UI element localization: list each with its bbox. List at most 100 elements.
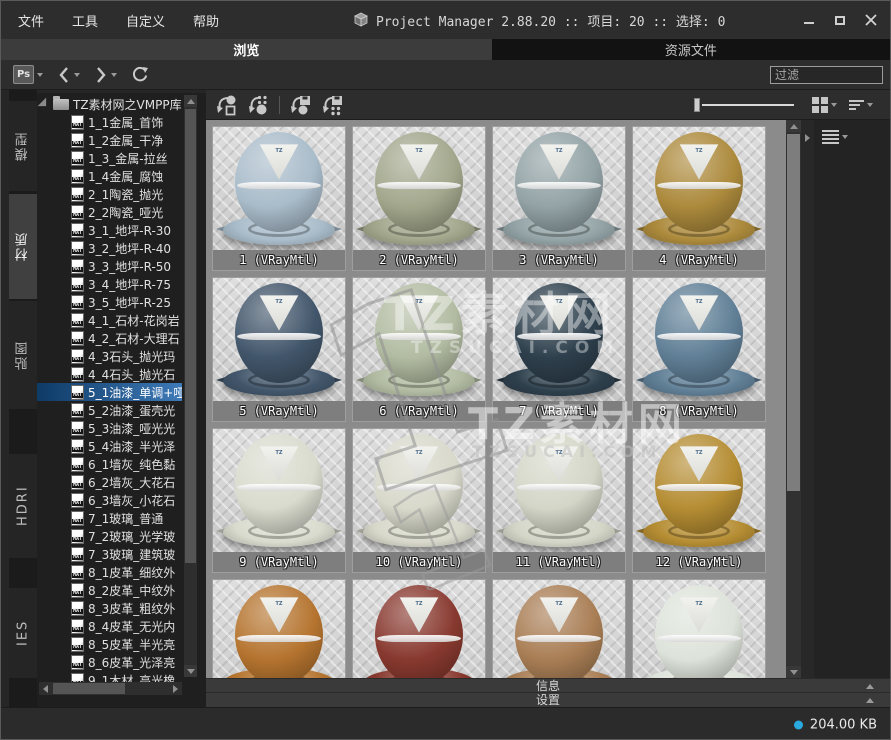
material-thumbnail[interactable]: TZ 8 (VRayMtl) (632, 277, 766, 422)
tree-item[interactable]: MAT 2_2陶瓷_哑光 (37, 203, 182, 221)
grid-scroll-down-button[interactable] (786, 666, 801, 678)
material-thumbnail[interactable]: TZ 11 (VRayMtl) (492, 428, 626, 573)
tree-item[interactable]: MAT 6_3墙灰_小花石 (37, 491, 182, 509)
close-button[interactable] (864, 13, 878, 27)
tree-item[interactable]: MAT 3_2_地坪-R-40 (37, 239, 182, 257)
menu-item[interactable]: 帮助 (193, 11, 219, 30)
tree-horizontal-scrollbar[interactable] (39, 682, 182, 695)
tree-item[interactable]: MAT 4_2_石材-大理石 (37, 329, 182, 347)
tree-item[interactable]: MAT 8_1皮革_细纹外 (37, 563, 182, 581)
assign-material-to-selection-button[interactable] (214, 94, 238, 116)
material-thumbnail[interactable]: TZ 5 (VRayMtl) (212, 277, 346, 422)
material-thumbnail[interactable]: TZ 10 (VRayMtl) (352, 428, 486, 573)
thumbnail-size-slider[interactable] (694, 98, 794, 112)
tree-item[interactable]: MAT 2_1陶瓷_抛光 (37, 185, 182, 203)
tree-item[interactable]: MAT 8_5皮革_半光亮 (37, 635, 182, 653)
assign-material-to-scene-button[interactable] (246, 94, 270, 116)
back-button[interactable] (57, 66, 71, 84)
tree-item[interactable]: MAT 1_3_金属-拉丝 (37, 149, 182, 167)
forward-dropdown-caret-icon[interactable] (111, 73, 117, 77)
material-thumbnail[interactable]: TZ 3 (VRayMtl) (492, 126, 626, 271)
tree-item[interactable]: MAT 1_1金属_首饰 (37, 113, 182, 131)
save-material-button[interactable] (288, 94, 312, 116)
tree-item[interactable]: MAT 6_1墙灰_纯色黏 (37, 455, 182, 473)
material-thumbnail[interactable]: TZ (632, 579, 766, 678)
grid-scroll-up-button[interactable] (786, 120, 801, 132)
collapsed-panel-bar[interactable]: 设置 (206, 692, 890, 707)
tree-item[interactable]: MAT 5_3油漆_哑光光 (37, 419, 182, 437)
menu-item[interactable]: 自定义 (126, 11, 165, 30)
tree-item[interactable]: MAT 3_4_地坪-R-75 (37, 275, 182, 293)
tree-item[interactable]: MAT 8_3皮革_粗纹外 (37, 599, 182, 617)
photoshop-button[interactable]: Ps (13, 65, 34, 84)
tree-item[interactable]: MAT 3_5_地坪-R-25 (37, 293, 182, 311)
tree-item[interactable]: MAT 4_3石头_抛光玛 (37, 347, 182, 365)
tree-item[interactable]: MAT 8_4皮革_无光内 (37, 617, 182, 635)
sort-caret-icon[interactable] (867, 103, 873, 107)
tree-item[interactable]: MAT 5_2油漆_蛋壳光 (37, 401, 182, 419)
material-thumbnail[interactable]: TZ 1 (VRayMtl) (212, 126, 346, 271)
tree-item[interactable]: MAT 4_4石头_抛光石 (37, 365, 182, 383)
material-thumbnail[interactable]: TZ 7 (VRayMtl) (492, 277, 626, 422)
tree-hscrollbar-thumb[interactable] (53, 683, 125, 694)
material-thumbnail[interactable]: TZ 12 (VRayMtl) (632, 428, 766, 573)
tree-item[interactable]: MAT 8_2皮革_中纹外 (37, 581, 182, 599)
filter-input[interactable] (770, 66, 883, 84)
right-panel-splitter[interactable] (801, 120, 814, 678)
scroll-left-button[interactable] (39, 682, 52, 695)
category-tab[interactable]: 贴图 (9, 301, 37, 409)
grid-vertical-scrollbar[interactable] (786, 120, 801, 678)
tree-scrollbar-thumb[interactable] (185, 109, 196, 563)
back-dropdown-caret-icon[interactable] (74, 73, 80, 77)
tree-item[interactable]: MAT 7_2玻璃_光学玻 (37, 527, 182, 545)
material-thumbnail[interactable]: TZ 2 (VRayMtl) (352, 126, 486, 271)
material-thumbnail[interactable]: TZ (352, 579, 486, 678)
tree-item[interactable]: MAT 7_1玻璃_普通 (37, 509, 182, 527)
slider-track[interactable] (702, 104, 794, 106)
collapse-arrow-icon[interactable] (866, 698, 874, 703)
panel-menu-caret-icon[interactable] (842, 135, 848, 139)
tree-vertical-scrollbar[interactable] (184, 95, 197, 677)
scroll-right-button[interactable] (169, 682, 182, 695)
collapsed-panel-bar[interactable]: 信息 (206, 678, 890, 692)
view-mode-caret-icon[interactable] (831, 103, 837, 107)
main-tab[interactable]: 浏览 (1, 39, 492, 60)
refresh-button[interactable] (131, 66, 149, 84)
tree-item[interactable]: MAT 5_1油漆_单调+哑 (37, 383, 182, 401)
material-thumbnail[interactable]: TZ (492, 579, 626, 678)
panel-menu-button[interactable] (822, 128, 848, 146)
view-mode-button[interactable] (812, 97, 837, 113)
grid-scrollbar-thumb[interactable] (787, 134, 800, 491)
menu-item[interactable]: 工具 (72, 11, 98, 30)
material-thumbnail[interactable]: TZ 6 (VRayMtl) (352, 277, 486, 422)
expander-icon[interactable] (38, 98, 51, 111)
main-tab[interactable]: 资源文件 (492, 39, 890, 60)
slider-handle[interactable] (694, 98, 700, 112)
tree-item[interactable]: MAT 1_2金属_干净 (37, 131, 182, 149)
material-thumbnail[interactable]: TZ (212, 579, 346, 678)
tree-item[interactable]: MAT 1_4金属_腐蚀 (37, 167, 182, 185)
tree-root-folder[interactable]: TZ素材网之VMPP库 (37, 95, 182, 113)
tree-item[interactable]: MAT 7_3玻璃_建筑玻 (37, 545, 182, 563)
sort-button[interactable] (849, 98, 873, 112)
forward-button[interactable] (94, 66, 108, 84)
minimize-button[interactable] (802, 13, 816, 27)
scroll-up-button[interactable] (184, 95, 197, 107)
material-thumbnail[interactable]: TZ 9 (VRayMtl) (212, 428, 346, 573)
category-tab[interactable]: 材质 (9, 194, 37, 299)
collapse-arrow-icon[interactable] (866, 684, 874, 689)
tree-item[interactable]: MAT 3_1_地坪-R-30 (37, 221, 182, 239)
material-thumbnail[interactable]: TZ 4 (VRayMtl) (632, 126, 766, 271)
tree-item[interactable]: MAT 5_4油漆_半光泽 (37, 437, 182, 455)
category-tab[interactable]: 模型 (9, 101, 37, 191)
menu-item[interactable]: 文件 (18, 11, 44, 30)
scroll-down-button[interactable] (184, 665, 197, 677)
category-tab[interactable]: IES (9, 588, 37, 678)
tree-item[interactable]: MAT 4_1_石材-花岗岩 (37, 311, 182, 329)
tree-item[interactable]: MAT 6_2墙灰_大花石 (37, 473, 182, 491)
expand-right-panel-button[interactable] (801, 132, 814, 144)
category-tab[interactable]: HDRI (9, 454, 37, 558)
maximize-button[interactable] (833, 13, 847, 27)
save-all-materials-button[interactable] (320, 94, 344, 116)
tree-item[interactable]: MAT 3_3_地坪-R-50 (37, 257, 182, 275)
